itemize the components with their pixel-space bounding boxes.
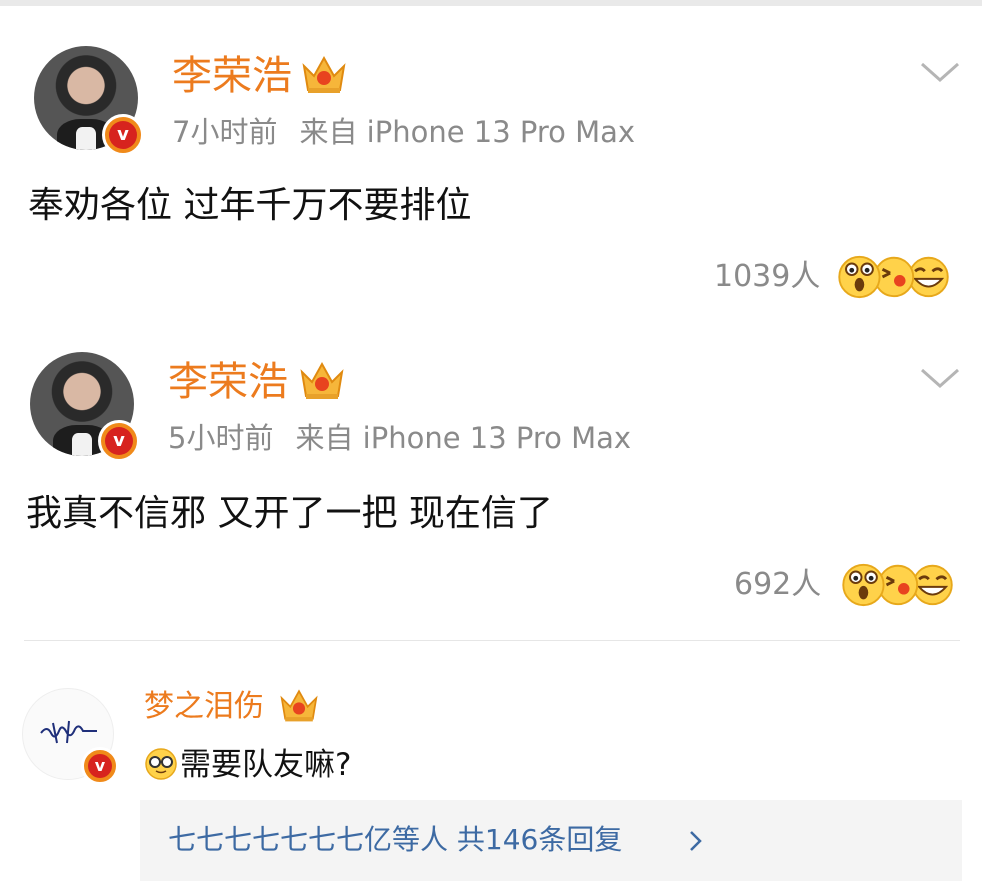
reply-summary-box[interactable]: 七七七七七七七亿等人 共146条回复 bbox=[140, 800, 962, 881]
comment-username[interactable]: 梦之泪伤 bbox=[144, 692, 264, 722]
verified-v-icon: v bbox=[98, 420, 140, 462]
reply-summary-link[interactable]: 七七七七七七七亿等人 共146条回复 bbox=[168, 826, 622, 854]
post-meta: 5小时前 来自 iPhone 13 Pro Max bbox=[168, 424, 631, 453]
surprised-emoji-icon bbox=[842, 563, 885, 607]
reaction-emojis[interactable] bbox=[838, 560, 958, 608]
reaction-count[interactable]: 692人 bbox=[734, 570, 821, 600]
comment-text: 需要队友嘛? bbox=[180, 747, 352, 783]
post-text: 我真不信邪 又开了一把 现在信了 bbox=[26, 493, 553, 534]
post-text: 奉劝各位 过年千万不要排位 bbox=[28, 185, 472, 226]
post-time: 7小时前 bbox=[172, 115, 278, 149]
crown-icon bbox=[300, 361, 344, 399]
reaction-count[interactable]: 1039人 bbox=[714, 262, 820, 292]
crown-icon bbox=[302, 55, 346, 93]
surprised-emoji-icon bbox=[838, 255, 881, 299]
crown-icon bbox=[280, 689, 318, 722]
verified-v-icon: v bbox=[102, 114, 144, 156]
signature-avatar[interactable]: v bbox=[22, 688, 119, 785]
section-divider bbox=[24, 640, 960, 641]
user-avatar[interactable]: v bbox=[34, 46, 144, 156]
post-source: 来自 iPhone 13 Pro Max bbox=[295, 421, 632, 455]
laugh-emoji-icon bbox=[908, 256, 949, 298]
post-username[interactable]: 李荣浩 bbox=[172, 56, 292, 96]
user-avatar[interactable]: v bbox=[30, 352, 140, 462]
chevron-right-icon bbox=[690, 831, 702, 851]
post-source: 来自 iPhone 13 Pro Max bbox=[299, 115, 636, 149]
chevron-down-icon[interactable] bbox=[918, 58, 962, 86]
laugh-emoji-icon bbox=[912, 564, 953, 606]
verified-v-icon: v bbox=[81, 747, 119, 785]
post-meta: 7小时前 来自 iPhone 13 Pro Max bbox=[172, 118, 635, 147]
reaction-emojis[interactable] bbox=[834, 252, 954, 300]
chevron-down-icon[interactable] bbox=[918, 364, 962, 392]
glasses-emoji-icon bbox=[145, 748, 177, 780]
post-username[interactable]: 李荣浩 bbox=[168, 362, 288, 402]
top-divider-bar bbox=[0, 0, 982, 6]
post-time: 5小时前 bbox=[168, 421, 274, 455]
